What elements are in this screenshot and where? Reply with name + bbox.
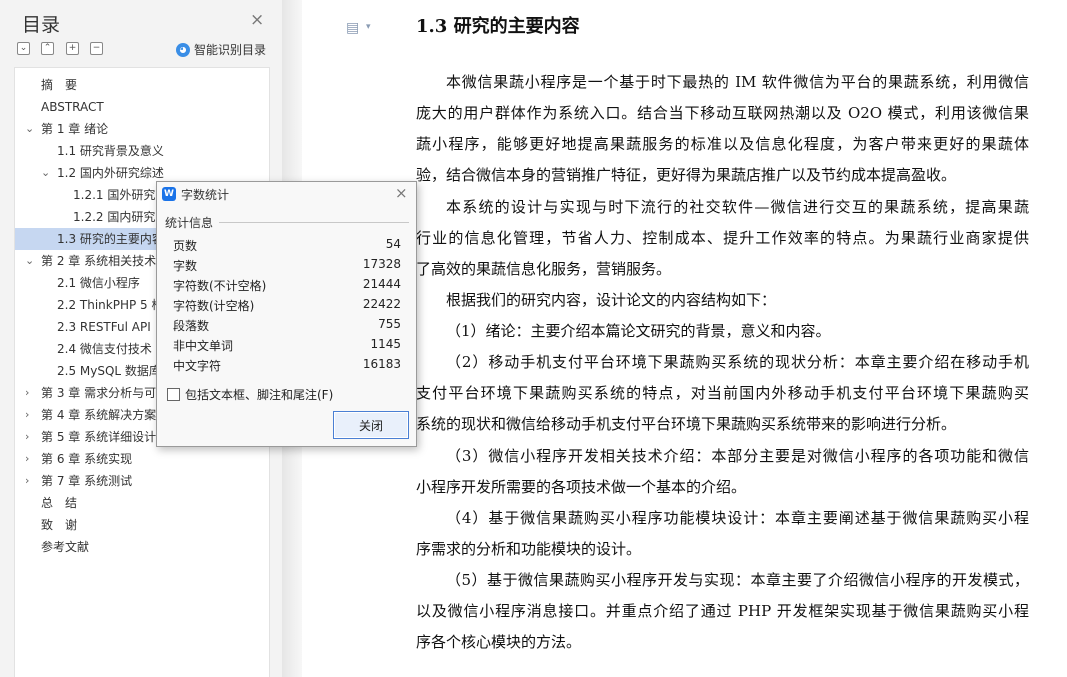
chevron-right-icon[interactable]: › (25, 448, 29, 470)
toc-title: 目录 (22, 14, 61, 36)
toc-item-label: 摘 要 (41, 78, 78, 92)
chevron-right-icon[interactable]: › (25, 404, 29, 426)
toc-item[interactable]: 致 谢 (15, 514, 269, 536)
document-line: （1）绪论：主要介绍本篇论文研究的背景，意义和内容。 (446, 322, 831, 340)
wps-logo-icon: W (162, 187, 176, 201)
toc-item[interactable]: 1.1 研究背景及意义 (15, 140, 269, 162)
document-line: 序需求的分析和功能模块的设计。 (416, 540, 642, 558)
toc-item[interactable]: 参考文献 (15, 536, 269, 558)
stat-value: 1145 (370, 337, 401, 351)
include-textbox-checkbox[interactable] (167, 388, 180, 401)
include-textbox-label[interactable]: 包括文本框、脚注和尾注(F) (185, 386, 333, 403)
smart-recognize-button[interactable]: ◕ 智能识别目录 (176, 41, 266, 58)
document-line: 验，结合微信本身的营销推广特征，更好得为果蔬店推广以及节约成本提高盈收。 (416, 166, 957, 184)
toc-item-label: 第 6 章 系统实现 (41, 452, 133, 466)
chevron-down-icon[interactable]: ▾ (366, 22, 371, 32)
document-line: 系统的现状和微信给移动手机支付平台环境下果蔬购买系统带来的影响进行分析。 (416, 415, 957, 433)
document-line: 行业的信息化管理，节省人力、控制成本、提升工作效率的特点。为果蔬行业商家提供 (416, 229, 1029, 247)
toc-item-label: 1.3 研究的主要内容 (57, 232, 164, 246)
stat-value: 16183 (362, 357, 401, 371)
stat-value: 17328 (362, 257, 401, 271)
stats-section-label: 统计信息 (165, 216, 214, 230)
stat-value: 755 (378, 317, 401, 331)
stat-label: 段落数 (173, 319, 210, 333)
stat-label: 页数 (173, 239, 198, 253)
add-heading-icon[interactable]: + (66, 42, 79, 55)
smart-recognize-icon: ◕ (176, 42, 190, 57)
document-line: （2）移动手机支付平台环境下果蔬购买系统的现状分析：本章主要介绍在移动手机 (446, 353, 1029, 371)
dialog-title: 字数统计 (181, 188, 230, 202)
document-line: （3）微信小程序开发相关技术介绍：本部分主要是对微信小程序的各项功能和微信 (446, 447, 1029, 465)
chevron-down-icon[interactable]: ⌄ (25, 118, 34, 140)
chevron-right-icon[interactable]: › (25, 382, 29, 404)
document-line: 本系统的设计与实现与时下流行的社交软件—微信进行交互的果蔬系统，提高果蔬 (446, 198, 1029, 216)
document-line: （5）基于微信果蔬购买小程序开发与实现：本章主要了介绍微信小程序的开发模式， (446, 571, 1029, 589)
toc-item[interactable]: ABSTRACT (15, 96, 269, 118)
toc-item-label: 第 2 章 系统相关技术 (41, 254, 157, 268)
document-line: 根据我们的研究内容，设计论文的内容结构如下： (446, 291, 777, 309)
chevron-down-icon[interactable]: ⌄ (25, 250, 34, 272)
section-divider (219, 222, 409, 223)
toc-item-label: 参考文献 (41, 540, 90, 554)
remove-heading-icon[interactable]: − (90, 42, 103, 55)
stat-label: 字符数(不计空格) (173, 279, 267, 293)
document-line: 蔬小程序，能够更好地提高果蔬服务的标准以及信息化程度，为客户带来更好的果蔬体 (416, 135, 1029, 153)
document-line: 庞大的用户群体作为系统入口。结合当下移动互联网热潮以及 O2O 模式，利用该微信… (416, 104, 1029, 122)
document-line: 以及微信小程序消息接口。并重点介绍了通过 PHP 开发框架实现基于微信果蔬购买小… (416, 602, 1029, 620)
toc-item-label: 1.2 国内外研究综述 (57, 166, 164, 180)
document-outline-icon[interactable]: ▤ (346, 20, 359, 36)
stat-label: 非中文单词 (173, 339, 234, 353)
smart-recognize-label: 智能识别目录 (194, 43, 267, 57)
chevron-down-icon[interactable]: ⌄ (41, 162, 50, 184)
toc-item[interactable]: › 第 6 章 系统实现 (15, 448, 269, 470)
toc-item-label: 1.1 研究背景及意义 (57, 144, 164, 158)
close-button[interactable]: 关闭 (333, 411, 409, 439)
toc-item-label: 2.4 微信支付技术 (57, 342, 152, 356)
collapse-all-icon[interactable]: ⌄ (17, 42, 30, 55)
document-line: 序各个核心模块的方法。 (416, 633, 582, 651)
document-line: 本微信果蔬小程序是一个基于时下最热的 IM 软件微信为平台的果蔬系统，利用微信 (446, 73, 1029, 91)
stat-label: 字符数(计空格) (173, 299, 255, 313)
dialog-close-icon[interactable]: × (395, 184, 408, 202)
toc-item-label: 2.5 MySQL 数据库 (57, 364, 161, 378)
toc-item-label: 2.1 微信小程序 (57, 276, 140, 290)
expand-all-icon[interactable]: ⌃ (41, 42, 54, 55)
toc-item-label: 第 4 章 系统解决方案 (41, 408, 157, 422)
chevron-right-icon[interactable]: › (25, 470, 29, 492)
toc-item[interactable]: 总 结 (15, 492, 269, 514)
toc-item-label: 第 7 章 系统测试 (41, 474, 133, 488)
chevron-right-icon[interactable]: › (25, 426, 29, 448)
toc-item-label: 第 5 章 系统详细设计 (41, 430, 157, 444)
toc-item-label: 2.3 RESTFul API (57, 320, 151, 334)
stat-value: 54 (385, 237, 401, 251)
section-heading: 1.3 研究的主要内容 (416, 16, 580, 37)
toc-item[interactable]: ⌄ 第 1 章 绪论 (15, 118, 269, 140)
toc-item-label: ABSTRACT (41, 100, 104, 114)
toc-item[interactable]: 摘 要 (15, 74, 269, 96)
stat-value: 22422 (362, 297, 401, 311)
toc-item-label: 总 结 (41, 496, 78, 510)
toc-item-label: 致 谢 (41, 518, 78, 532)
stat-label: 字数 (173, 259, 198, 273)
stat-label: 中文字符 (173, 359, 222, 373)
toc-item-label: 第 1 章 绪论 (41, 122, 109, 136)
document-line: （4）基于微信果蔬购买小程序功能模块设计：本章主要阐述基于微信果蔬购买小程 (446, 509, 1029, 527)
document-line: 支付平台环境下果蔬购买系统的特点，对当前国内外移动手机支付平台环境下果蔬购买 (416, 384, 1029, 402)
word-count-dialog: W 字数统计 × 统计信息 页数 54 字数 17328 字符数(不计空格) 21444 字… (156, 181, 417, 447)
document-line: 了高效的果蔬信息化服务，营销服务。 (416, 260, 672, 278)
toc-item[interactable]: › 第 7 章 系统测试 (15, 470, 269, 492)
stat-value: 21444 (362, 277, 401, 291)
toc-close-icon[interactable]: × (250, 12, 264, 29)
document-line: 小程序开发所需要的各项技术做一个基本的介绍。 (416, 478, 747, 496)
